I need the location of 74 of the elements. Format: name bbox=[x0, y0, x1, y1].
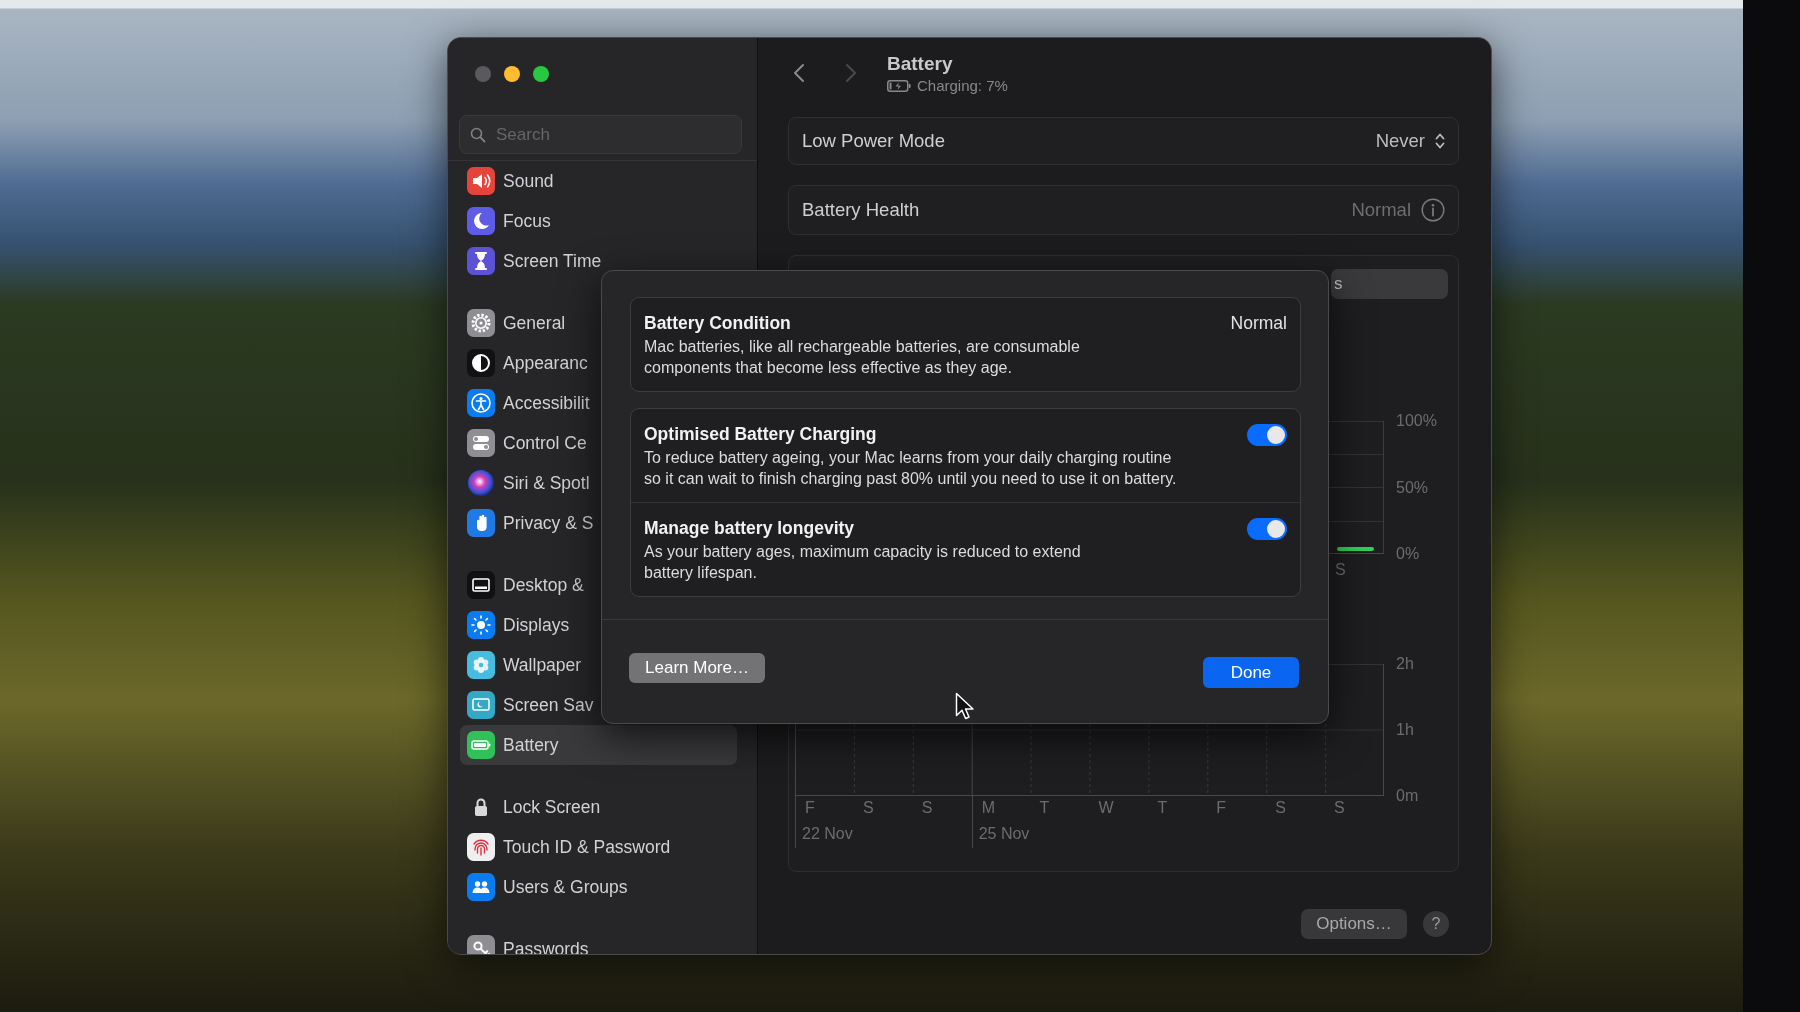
moon-icon bbox=[467, 207, 495, 235]
axis-label: S bbox=[921, 799, 933, 816]
charging-status: Charging: 7% bbox=[917, 76, 1008, 96]
sidebar-item[interactable]: Lock Screen bbox=[460, 787, 737, 827]
monitor-icon bbox=[467, 571, 495, 599]
info-icon[interactable] bbox=[1421, 198, 1445, 222]
sidebar-item[interactable]: Touch ID & Password bbox=[460, 827, 737, 867]
orb-icon bbox=[467, 469, 495, 497]
date-label: 22 Nov bbox=[802, 825, 853, 842]
axis-label: S bbox=[1334, 799, 1345, 816]
axis-label: F bbox=[1216, 799, 1227, 816]
option-description: To reduce battery ageing, your Mac learns from your daily charging routine so it can wait to finish charging past 80% until you need to use it on battery. bbox=[644, 448, 1178, 489]
sidebar-item[interactable]: Sound bbox=[460, 161, 737, 201]
axis-label: F bbox=[805, 799, 815, 816]
axis-label: M bbox=[981, 799, 995, 816]
sidebar-item[interactable]: Users & Groups bbox=[460, 867, 737, 907]
sidebar-item[interactable]: Focus bbox=[460, 201, 737, 241]
battery-icon bbox=[467, 731, 495, 759]
battery-level-bar bbox=[1337, 547, 1374, 551]
axis-label: 2h bbox=[1396, 654, 1415, 674]
screen-icon bbox=[467, 691, 495, 719]
flower-icon bbox=[467, 651, 495, 679]
sidebar-item[interactable]: Screen Time bbox=[460, 241, 737, 281]
axis-label: T bbox=[1157, 799, 1168, 816]
row-label: Low Power Mode bbox=[802, 129, 945, 154]
battery-charging-icon bbox=[887, 80, 911, 92]
axis-label: 0% bbox=[1396, 544, 1421, 564]
sidebar-item[interactable]: Battery bbox=[460, 725, 737, 765]
search-field[interactable]: Search bbox=[459, 115, 742, 154]
option-description: As your battery ages, maximum capacity is reduced to extend battery lifespan. bbox=[644, 542, 1082, 583]
option-title: Manage battery longevity bbox=[644, 517, 856, 539]
axis-label: S bbox=[1275, 799, 1286, 816]
condition-value: Normal bbox=[1230, 312, 1287, 335]
toggle-switch[interactable] bbox=[1247, 424, 1287, 446]
search-icon bbox=[470, 127, 486, 143]
help-button[interactable]: ? bbox=[1423, 911, 1449, 937]
option-title: Optimised Battery Charging bbox=[644, 423, 878, 445]
sun-icon bbox=[467, 611, 495, 639]
accessibility-icon bbox=[467, 389, 495, 417]
sidebar-item[interactable]: Displays bbox=[460, 605, 737, 645]
toggles-icon bbox=[467, 429, 495, 457]
hand-icon bbox=[467, 509, 495, 537]
option-title: Battery Condition bbox=[644, 312, 792, 334]
up-down-chevron-icon bbox=[1435, 132, 1445, 150]
option-description: Mac batteries, like all rechargeable batteries, are consumable components that become less effective as they age. bbox=[644, 337, 1081, 378]
hourglass-icon bbox=[467, 247, 495, 275]
axis-label: 1h bbox=[1396, 720, 1415, 740]
options-button[interactable]: Options… bbox=[1301, 909, 1407, 939]
row-label: Battery Health bbox=[802, 198, 920, 223]
axis-label: T bbox=[1039, 799, 1050, 816]
axis-label: 50% bbox=[1396, 477, 1430, 498]
pointer-cursor-icon bbox=[955, 692, 975, 722]
low-power-mode-popup[interactable]: Never bbox=[1375, 127, 1445, 155]
fingerprint-icon bbox=[467, 833, 495, 861]
zoom-button[interactable] bbox=[533, 66, 549, 82]
axis-label: S bbox=[862, 799, 874, 816]
chevron-left-icon[interactable] bbox=[793, 63, 805, 83]
axis-label: W bbox=[1098, 799, 1114, 816]
gear-icon bbox=[467, 309, 495, 337]
date-label: 25 Nov bbox=[978, 825, 1030, 842]
axis-label: S bbox=[1334, 561, 1346, 578]
speaker-icon bbox=[467, 167, 495, 195]
sidebar-item[interactable]: Screen Sav bbox=[460, 685, 737, 725]
people-icon bbox=[467, 873, 495, 901]
page-title: Battery bbox=[887, 52, 954, 76]
learn-more-button[interactable]: Learn More… bbox=[629, 652, 765, 683]
segment-tab[interactable]: s bbox=[1331, 269, 1448, 299]
done-button[interactable]: Done bbox=[1203, 657, 1299, 688]
toggle-switch[interactable] bbox=[1247, 518, 1287, 540]
row-value: Normal bbox=[1351, 198, 1411, 223]
axis-label: 100% bbox=[1396, 411, 1438, 431]
axis-label: 0m bbox=[1396, 786, 1420, 806]
sidebar-item[interactable]: Accessibilit bbox=[460, 383, 737, 423]
minimize-button[interactable] bbox=[504, 66, 520, 82]
